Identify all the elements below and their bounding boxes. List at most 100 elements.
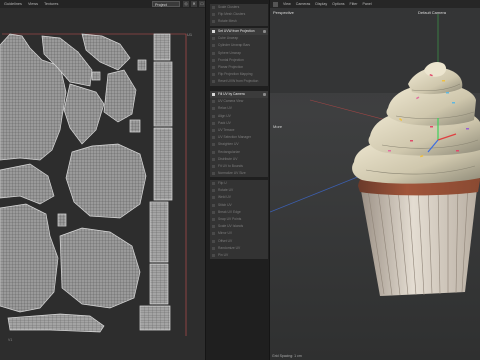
command-icon: [212, 246, 215, 250]
command-group: Flip U Rotate UV Weld UV Stitch UV Break UV …: [210, 180, 268, 260]
command-item[interactable]: Set UVW from Projection: [210, 28, 268, 36]
command-item[interactable]: Rotate UV: [210, 187, 268, 194]
uv-island: [0, 163, 55, 205]
command-icon: [212, 225, 215, 229]
uv-island: [137, 59, 147, 71]
command-icon: [212, 232, 215, 236]
uv-menu-item[interactable]: Textures: [44, 2, 58, 6]
command-icon: [212, 30, 215, 33]
uv-island: [7, 313, 105, 333]
viewport-camera-label[interactable]: Default Camera: [418, 10, 446, 15]
uv-menu-item[interactable]: Views: [28, 2, 38, 6]
command-item[interactable]: Break UV Edge: [210, 209, 268, 216]
3d-viewport[interactable]: View Cameras Display Options Filter Pane…: [270, 0, 480, 360]
command-label: Flip Projection Mapping: [218, 72, 253, 77]
command-label: Mirror UV: [218, 231, 233, 236]
uv-axis-u-label: U1: [187, 32, 193, 37]
command-item[interactable]: Snap UV Points: [210, 216, 268, 223]
command-label: Rotate Mesh: [218, 19, 237, 24]
uv-island: [153, 33, 171, 61]
command-item[interactable]: Planar Projection: [210, 64, 268, 71]
command-item[interactable]: Flip Mesh Clusters: [210, 11, 268, 18]
command-item[interactable]: Frontal Projection: [210, 57, 268, 64]
command-item[interactable]: Fit UV to Bounds: [210, 163, 268, 170]
command-label: Cube Unwrap: [218, 36, 239, 41]
command-item[interactable]: Pin UV: [210, 252, 268, 259]
command-item[interactable]: Weld UV: [210, 194, 268, 201]
command-item[interactable]: Flip Projection Mapping: [210, 71, 268, 78]
command-item[interactable]: Relax UV: [210, 105, 268, 112]
uv-tool-icon[interactable]: ◇: [183, 1, 189, 7]
command-icon: [212, 51, 215, 55]
command-label: Reset UVW from Projection: [218, 79, 259, 84]
uv-island: [0, 203, 59, 313]
command-item[interactable]: UV Terrace: [210, 127, 268, 134]
command-item[interactable]: Rectangularize: [210, 149, 268, 156]
command-icon: [212, 210, 215, 214]
uv-mesh-drawing: [0, 33, 187, 336]
command-label: Distribute UV: [218, 156, 238, 161]
command-item[interactable]: Randomize UV: [210, 245, 268, 252]
command-item[interactable]: Sphere Unwrap: [210, 50, 268, 57]
command-label: Planar Projection: [218, 64, 244, 69]
command-icon: [212, 196, 215, 200]
command-icon: [212, 157, 215, 161]
command-item[interactable]: Fill UV by Camera: [210, 91, 268, 99]
command-item[interactable]: Distribute UV: [210, 156, 268, 163]
command-label: Relax UV: [218, 106, 232, 111]
command-label: Stitch UV: [218, 202, 232, 207]
uv-island: [91, 71, 101, 81]
uv-island: [153, 61, 173, 127]
command-item[interactable]: Reset UVW from Projection: [210, 78, 268, 85]
command-label: Flip U: [218, 181, 227, 185]
uv-menu-item[interactable]: Guidelines: [4, 2, 22, 6]
command-label: Scale UV Islands: [218, 224, 244, 229]
uv-canvas[interactable]: [0, 10, 205, 360]
command-icon: [212, 6, 215, 9]
command-label: UV Terrace: [218, 127, 235, 132]
command-item[interactable]: UV Camera View: [210, 98, 268, 105]
uv-island: [149, 201, 169, 263]
command-label: Flip Mesh Clusters: [218, 12, 246, 17]
command-item[interactable]: Stitch UV: [210, 202, 268, 209]
command-item[interactable]: Scale UV Islands: [210, 223, 268, 230]
command-item[interactable]: Rotate Mesh: [210, 18, 268, 25]
command-label: Snap UV Points: [218, 216, 242, 221]
command-group: Fill UV by Camera UV Camera View Relax UV A…: [210, 91, 268, 178]
command-icon: [212, 128, 215, 132]
command-item[interactable]: Scale Clusters: [210, 4, 268, 11]
settings-icon[interactable]: [263, 93, 266, 96]
command-item[interactable]: Normalize UV Size: [210, 170, 268, 177]
command-label: Rotate UV: [218, 188, 234, 193]
command-icon: [212, 44, 215, 48]
command-icon: [212, 164, 215, 168]
command-icon: [212, 121, 215, 125]
settings-icon[interactable]: [263, 30, 266, 33]
uv-tool-icon[interactable]: ✕: [191, 1, 197, 7]
command-icon: [212, 239, 215, 243]
command-label: Straighten UV: [218, 142, 239, 147]
command-item[interactable]: Align UV: [210, 113, 268, 120]
command-item[interactable]: Pack UV: [210, 120, 268, 127]
command-icon: [212, 143, 215, 147]
project-select[interactable]: Project: [152, 1, 180, 7]
command-icon: [212, 13, 215, 17]
command-icon: [212, 182, 215, 185]
command-item[interactable]: Cylinder Unwrap Bars: [210, 42, 268, 49]
command-label: Sphere Unwrap: [218, 50, 241, 55]
command-item[interactable]: Flip U: [210, 180, 268, 187]
uv-island: [65, 143, 147, 219]
command-item[interactable]: Mirror UV: [210, 230, 268, 237]
command-item[interactable]: Offset UV: [210, 238, 268, 245]
command-icon: [212, 93, 215, 96]
command-icon: [212, 172, 215, 176]
uv-island: [103, 69, 137, 123]
command-label: Frontal Projection: [218, 57, 244, 62]
uv-island: [81, 33, 131, 71]
command-label: Align UV: [218, 113, 231, 118]
command-item[interactable]: Cube Unwrap: [210, 35, 268, 42]
command-label: Scale Clusters: [218, 5, 240, 9]
command-item[interactable]: Straighten UV: [210, 141, 268, 148]
command-item[interactable]: UV Selection Manager: [210, 134, 268, 141]
viewport-more-label: More: [273, 124, 283, 129]
